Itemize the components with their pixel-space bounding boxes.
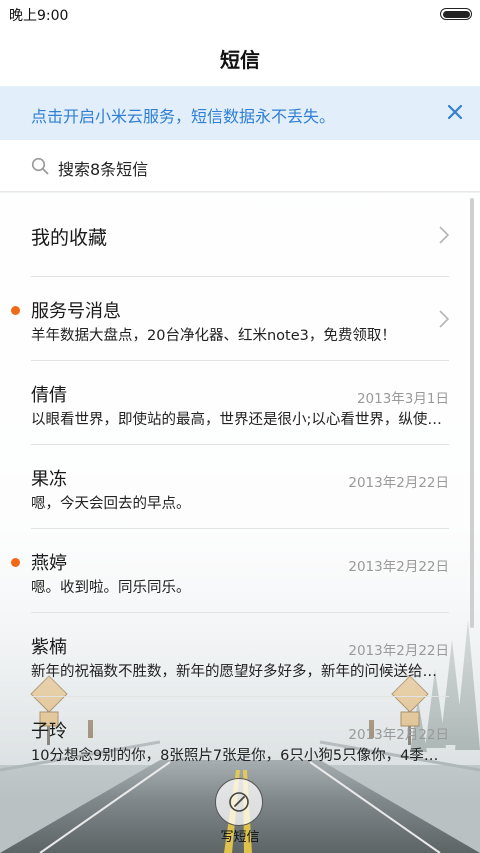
contact-name: 紫楠 [31,637,67,658]
message-preview: 嗯，今天会回去的早点。 [31,496,191,512]
service-messages-row[interactable]: 服务号消息 羊年数据大盘点，20台净化器、红米note3，免费领取！ [0,277,480,361]
compose-icon [229,792,249,812]
message-preview: 新年的祝福数不胜数，新年的愿望好多好多，新年的问候送给你。 [31,664,446,680]
unread-dot [11,306,20,315]
conversation-row[interactable]: 倩倩 2013年3月1日 以眼看世界，即使站的最高，世界还是很小;以心看世界，纵… [0,361,480,445]
title-bar: 短信 [0,28,480,86]
compose-label[interactable]: 写短信 [0,826,480,845]
message-list[interactable]: 我的收藏 服务号消息 羊年数据大盘点，20台净化器、红米note3，免费领取！ … [0,193,480,853]
banner-text[interactable]: 点击开启小米云服务，短信数据永不丢失。 [31,103,335,127]
close-icon[interactable] [444,101,466,123]
conversation-row[interactable]: 紫楠 2013年2月22日 新年的祝福数不胜数，新年的愿望好多好多，新年的问候送… [0,613,480,697]
chevron-right-icon [439,310,450,328]
favorites-row[interactable]: 我的收藏 [0,193,480,277]
conversation-row[interactable]: 果冻 2013年2月22日 嗯，今天会回去的早点。 [0,445,480,529]
message-date: 2013年2月22日 [348,475,449,491]
scrollbar[interactable] [470,198,474,628]
row-name: 服务号消息 [31,301,121,322]
contact-name: 倩倩 [31,385,67,406]
contact-name: 子玲 [31,721,67,742]
row-preview: 羊年数据大盘点，20台净化器、红米note3，免费领取！ [31,328,396,344]
message-preview: 10分想念9别的你，8张照片7张是你，6只小狗5只像你，4季变换3心2意1生。 [31,748,446,764]
unread-dot [11,558,20,567]
message-preview: 嗯。收到啦。同乐同乐。 [31,580,191,596]
message-date: 2013年2月22日 [348,643,449,659]
search-input[interactable]: 搜索8条短信 [58,156,148,180]
message-date: 2013年2月22日 [348,559,449,575]
favorites-label: 我的收藏 [31,227,108,249]
contact-name: 果冻 [31,469,67,490]
status-bar: 晚上9:00 [0,0,480,28]
message-date: 2013年3月1日 [356,391,449,407]
page-title: 短信 [220,48,260,72]
battery-icon [440,8,472,20]
status-time: 晚上9:00 [9,8,69,24]
battery-level-fill [442,10,470,18]
conversation-row[interactable]: 燕婷 2013年2月22日 嗯。收到啦。同乐同乐。 [0,529,480,613]
message-preview: 以眼看世界，即使站的最高，世界还是很小;以心看世界，纵使站得再低，世界也是大的。 [31,412,446,428]
message-date: 2013年2月22日 [348,727,449,743]
contact-name: 燕婷 [31,553,67,574]
search-icon [31,157,49,175]
chevron-right-icon [439,226,450,244]
cloud-service-banner[interactable]: 点击开启小米云服务，短信数据永不丢失。 [0,86,480,140]
search-bar[interactable]: 搜索8条短信 [0,140,480,192]
conversation-row[interactable]: 子玲 2013年2月22日 10分想念9别的你，8张照片7张是你，6只小狗5只像… [0,697,480,781]
compose-button[interactable] [215,778,263,826]
